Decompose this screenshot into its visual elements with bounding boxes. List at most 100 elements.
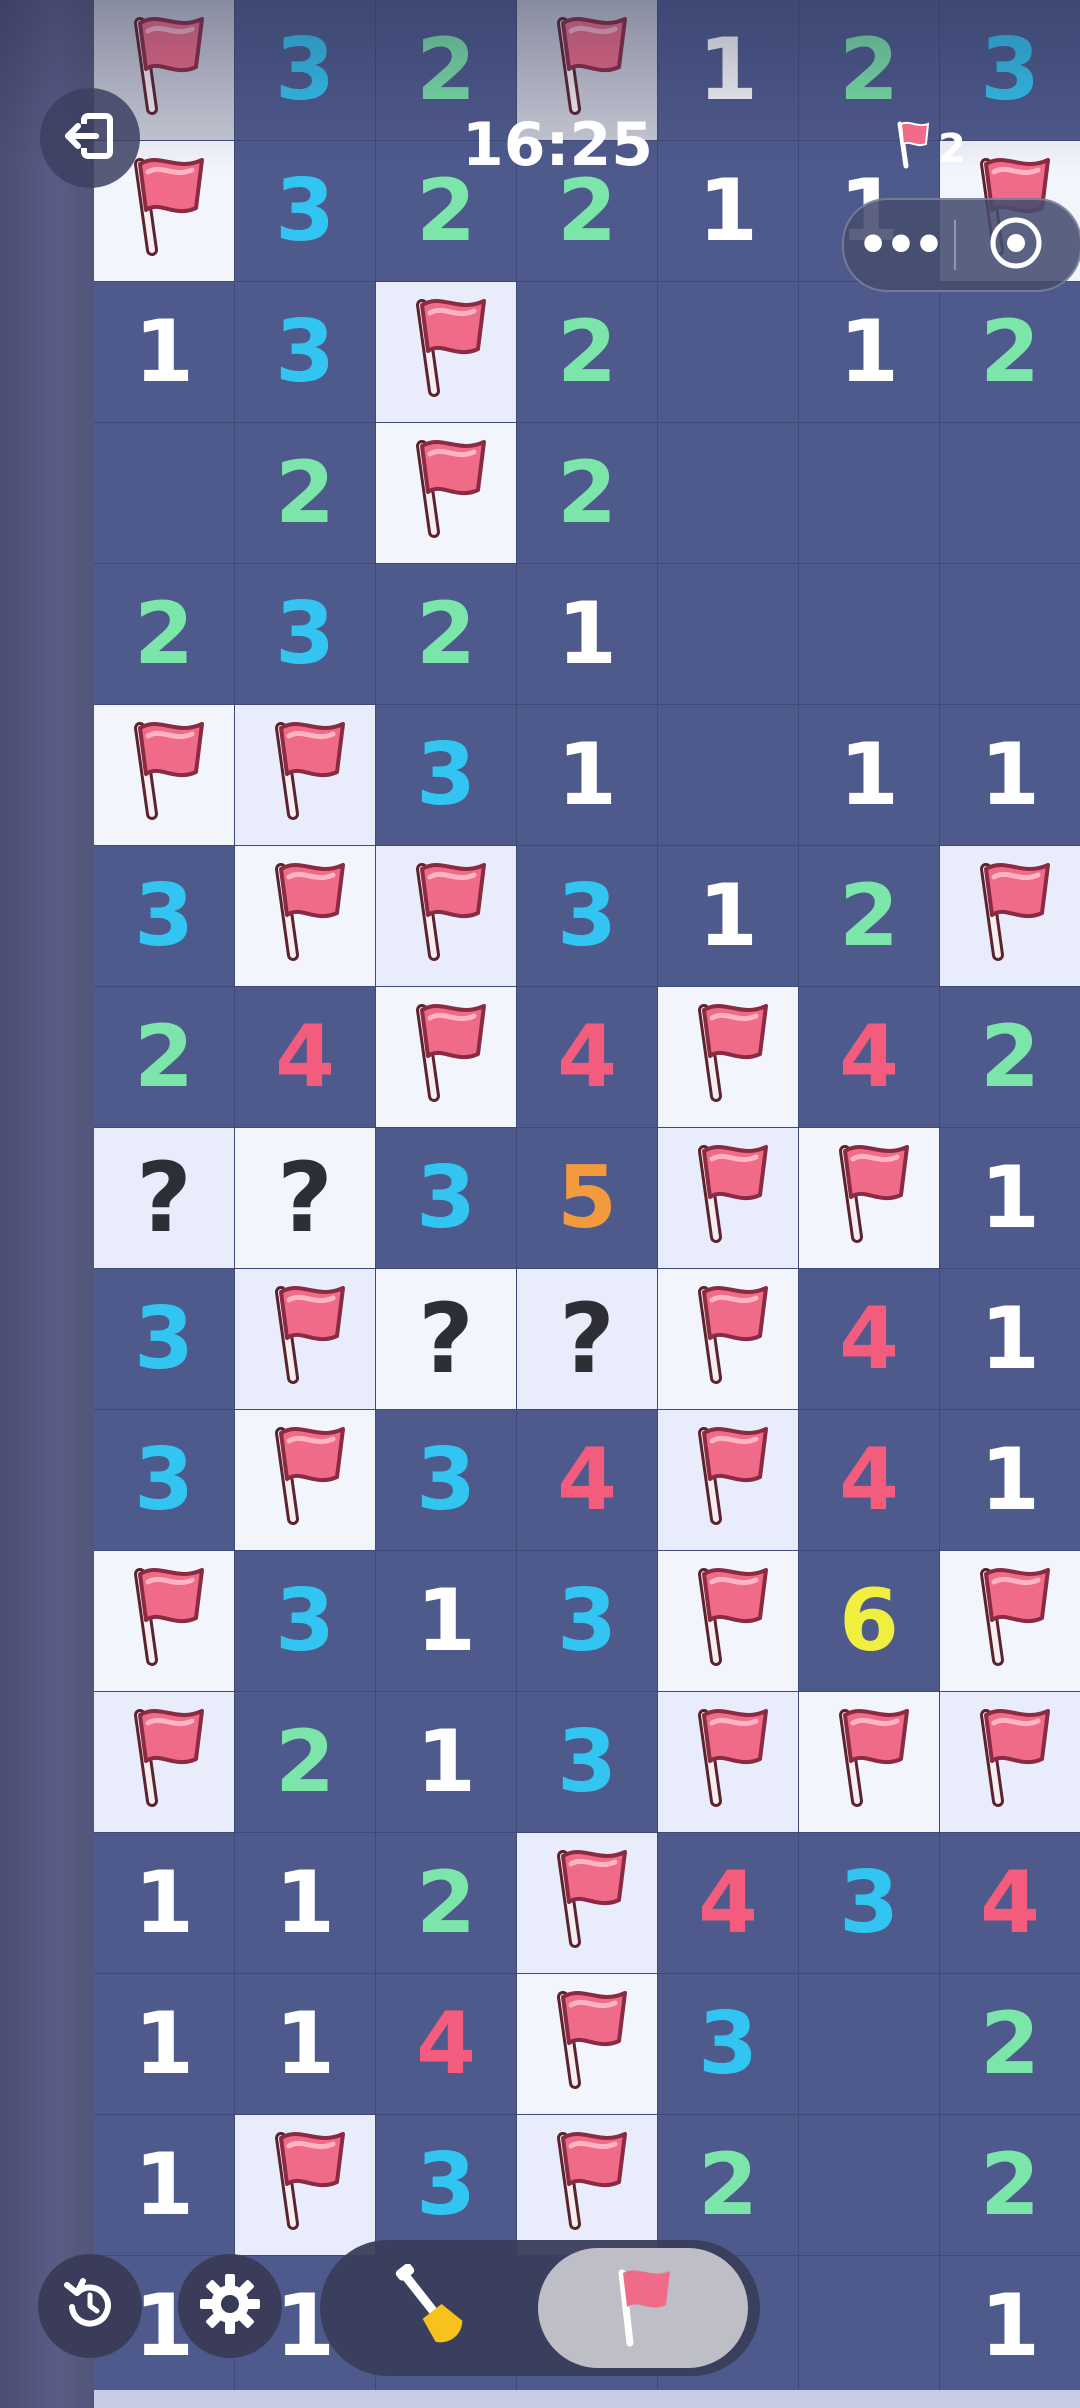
question-cell[interactable]: ?	[94, 1128, 235, 1269]
flagged-cell[interactable]	[376, 423, 517, 564]
number-cell[interactable]: 1	[940, 1269, 1080, 1410]
number-cell[interactable]: 2	[658, 2115, 799, 2256]
flagged-cell[interactable]	[658, 1410, 799, 1551]
empty-cell[interactable]	[799, 2256, 940, 2397]
flagged-cell[interactable]	[517, 1974, 658, 2115]
number-cell[interactable]: 1	[94, 1833, 235, 1974]
number-cell[interactable]: 1	[658, 0, 799, 141]
flagged-cell[interactable]	[235, 2115, 376, 2256]
number-cell[interactable]: 4	[376, 1974, 517, 2115]
flagged-cell[interactable]	[940, 846, 1080, 987]
empty-cell[interactable]	[658, 705, 799, 846]
flagged-cell[interactable]	[799, 1692, 940, 1833]
empty-cell[interactable]	[799, 1974, 940, 2115]
flagged-cell[interactable]	[376, 846, 517, 987]
number-cell[interactable]: 2	[94, 564, 235, 705]
number-cell[interactable]: 1	[658, 846, 799, 987]
number-cell[interactable]: 4	[658, 1833, 799, 1974]
number-cell[interactable]: 3	[235, 141, 376, 282]
number-cell[interactable]: 4	[799, 1269, 940, 1410]
number-cell[interactable]: 1	[940, 705, 1080, 846]
number-cell[interactable]: 4	[235, 987, 376, 1128]
number-cell[interactable]: 3	[235, 564, 376, 705]
flagged-cell[interactable]	[940, 1551, 1080, 1692]
number-cell[interactable]: 1	[94, 1974, 235, 2115]
number-cell[interactable]: 2	[940, 2115, 1080, 2256]
number-cell[interactable]: 1	[376, 1551, 517, 1692]
number-cell[interactable]: 2	[235, 1692, 376, 1833]
empty-cell[interactable]	[940, 423, 1080, 564]
number-cell[interactable]: 3	[376, 1410, 517, 1551]
number-cell[interactable]: 2	[517, 282, 658, 423]
number-cell[interactable]: 3	[517, 1551, 658, 1692]
close-target-button[interactable]	[956, 200, 1076, 290]
number-cell[interactable]: 4	[517, 987, 658, 1128]
number-cell[interactable]: 3	[376, 705, 517, 846]
number-cell[interactable]: 2	[94, 987, 235, 1128]
flagged-cell[interactable]	[94, 1692, 235, 1833]
number-cell[interactable]: 3	[235, 0, 376, 141]
question-cell[interactable]: ?	[517, 1269, 658, 1410]
flagged-cell[interactable]	[376, 987, 517, 1128]
number-cell[interactable]: 3	[658, 1974, 799, 2115]
number-cell[interactable]: 2	[376, 1833, 517, 1974]
number-cell[interactable]: 4	[799, 1410, 940, 1551]
number-cell[interactable]: 3	[94, 846, 235, 987]
number-cell[interactable]: 1	[517, 564, 658, 705]
number-cell[interactable]: 3	[235, 282, 376, 423]
flagged-cell[interactable]	[94, 1551, 235, 1692]
number-cell[interactable]: 1	[940, 1128, 1080, 1269]
empty-cell[interactable]	[940, 564, 1080, 705]
flagged-cell[interactable]	[235, 846, 376, 987]
flagged-cell[interactable]	[940, 1692, 1080, 1833]
empty-cell[interactable]	[658, 423, 799, 564]
empty-cell[interactable]	[799, 564, 940, 705]
flagged-cell[interactable]	[658, 1128, 799, 1269]
empty-cell[interactable]	[658, 564, 799, 705]
undo-button[interactable]	[38, 2254, 142, 2358]
flagged-cell[interactable]	[235, 705, 376, 846]
question-cell[interactable]: ?	[376, 1269, 517, 1410]
number-cell[interactable]: 2	[517, 423, 658, 564]
number-cell[interactable]: 1	[94, 2115, 235, 2256]
number-cell[interactable]: 1	[799, 282, 940, 423]
number-cell[interactable]: 1	[799, 705, 940, 846]
number-cell[interactable]: 1	[376, 1692, 517, 1833]
number-cell[interactable]: 3	[517, 846, 658, 987]
number-cell[interactable]: 2	[235, 423, 376, 564]
settings-button[interactable]	[178, 2254, 282, 2358]
flagged-cell[interactable]	[658, 1551, 799, 1692]
number-cell[interactable]: 1	[235, 1833, 376, 1974]
number-cell[interactable]: 3	[799, 1833, 940, 1974]
number-cell[interactable]: 1	[94, 282, 235, 423]
flagged-cell[interactable]	[517, 2115, 658, 2256]
empty-cell[interactable]	[94, 423, 235, 564]
flag-mode-button[interactable]	[538, 2248, 748, 2368]
minesweeper-board[interactable]: 3212332211132122223213111331224442??3513…	[94, 0, 1080, 2408]
number-cell[interactable]: 1	[235, 1974, 376, 2115]
number-cell[interactable]: 1	[940, 2256, 1080, 2397]
empty-cell[interactable]	[799, 423, 940, 564]
number-cell[interactable]: 4	[940, 1833, 1080, 1974]
empty-cell[interactable]	[799, 2115, 940, 2256]
number-cell[interactable]: 2	[799, 846, 940, 987]
flagged-cell[interactable]	[517, 1833, 658, 1974]
number-cell[interactable]: 5	[517, 1128, 658, 1269]
number-cell[interactable]: 2	[376, 564, 517, 705]
flagged-cell[interactable]	[94, 705, 235, 846]
number-cell[interactable]: 6	[799, 1551, 940, 1692]
question-cell[interactable]: ?	[235, 1128, 376, 1269]
number-cell[interactable]: 1	[517, 705, 658, 846]
number-cell[interactable]: 2	[940, 1974, 1080, 2115]
flagged-cell[interactable]	[658, 987, 799, 1128]
number-cell[interactable]: 1	[658, 141, 799, 282]
number-cell[interactable]: 3	[517, 1692, 658, 1833]
dig-mode-button[interactable]	[350, 2252, 510, 2364]
flagged-cell[interactable]	[799, 1128, 940, 1269]
flagged-cell[interactable]	[658, 1269, 799, 1410]
number-cell[interactable]: 3	[376, 2115, 517, 2256]
number-cell[interactable]: 4	[799, 987, 940, 1128]
number-cell[interactable]: 3	[94, 1410, 235, 1551]
flagged-cell[interactable]	[658, 1692, 799, 1833]
number-cell[interactable]: 3	[235, 1551, 376, 1692]
